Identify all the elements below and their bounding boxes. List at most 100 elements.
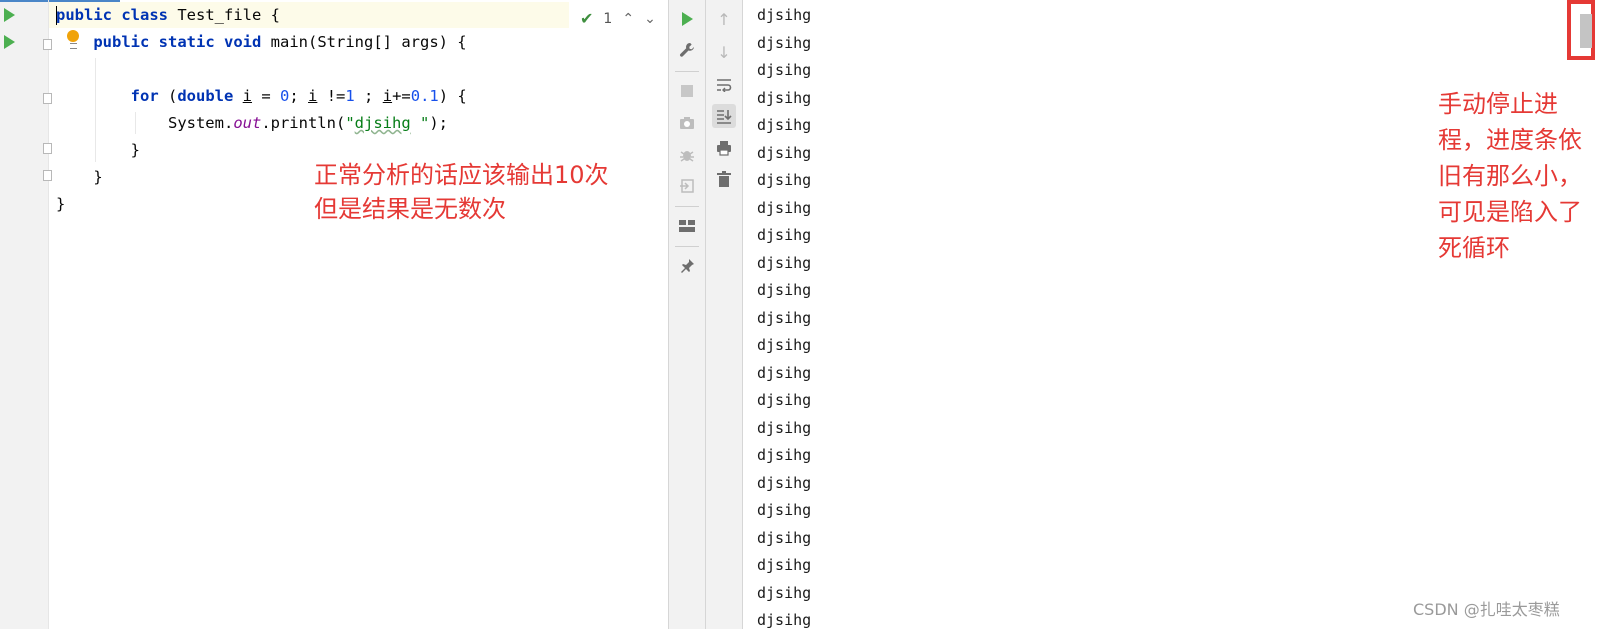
soft-wrap-icon[interactable] [712,73,736,97]
code-line[interactable] [56,56,467,83]
code-token: public [56,6,112,24]
code-token: } [56,141,140,159]
run-toolbar-secondary: ↑ ↓ [705,0,742,629]
code-token: double [177,87,234,105]
console-line: djsihg [757,418,812,437]
watermark: CSDN @扎哇太枣糕 [1413,600,1560,619]
code-token: .println( [261,114,346,132]
code-token: } [56,168,103,186]
console-line: djsihg [757,143,812,162]
code-token: class [121,6,169,24]
inspection-ok-icon: ✔ [580,9,594,28]
editor-annotation: 正常分析的话应该输出10次 但是结果是无数次 [314,158,609,226]
toolbar-separator [675,246,699,247]
code-token: Test_file { [168,6,280,24]
pin-icon[interactable] [675,254,699,278]
stop-icon[interactable] [675,79,699,103]
arrow-up-icon[interactable]: ↑ [712,7,736,31]
console-line: djsihg [757,363,812,382]
code-token: += [392,87,411,105]
fold-marker-icon[interactable] [43,39,52,50]
console-line: djsihg [757,33,812,52]
fold-marker-icon[interactable] [43,143,52,154]
toolbar-separator [675,206,699,207]
code-token: System. [56,114,234,132]
exit-icon[interactable] [675,174,699,198]
console-line: djsihg [757,88,812,107]
layout-icon[interactable] [675,214,699,238]
code-editor[interactable]: public class Test_file { public static v… [0,0,668,629]
toolbar-separator [675,71,699,72]
code-line[interactable]: public static void main(String[] args) { [56,29,467,56]
code-token: } [56,195,66,213]
console-line: djsihg [757,198,812,217]
code-token: static [158,33,215,51]
annotation-line: 正常分析的话应该输出10次 [314,161,609,189]
console-line: djsihg [757,6,812,24]
annotation-line: 但是结果是无数次 [314,195,506,223]
inspection-widget[interactable]: ✔ 1 ⌃ ⌄ [580,9,656,28]
console-line: djsihg [757,473,812,492]
console-line: djsihg [757,556,812,574]
scrollbar-thumb[interactable] [1580,14,1592,48]
console-line: djsihg [757,281,812,299]
code-token: main(String[] args) { [261,33,467,51]
console-lines: djsihg djsihg djsihg djsihg djsihg djsihg djsi… [757,2,811,635]
code-token: ; [354,87,383,105]
fold-marker-icon[interactable] [43,93,52,104]
scroll-to-end-icon[interactable] [712,104,736,128]
code-token: " [345,114,355,132]
console-line: djsihg [757,611,812,629]
code-line[interactable]: System.out.println("djsihg "); [56,110,467,137]
code-token: ); [429,114,448,132]
camera-icon[interactable] [675,111,699,135]
console-line: djsihg [757,391,812,409]
inspection-count: 1 [603,10,613,27]
console-line: djsihg [757,446,812,464]
code-token: 1 [345,87,355,105]
code-token: ; [289,87,309,105]
code-token: public [93,33,150,51]
console-output[interactable]: djsihg djsihg djsihg djsihg djsihg djsihg djsi… [742,0,1598,629]
editor-gutter [0,0,48,629]
code-token: djsihg [354,114,411,132]
print-icon[interactable] [712,136,736,160]
chevron-down-icon[interactable]: ⌄ [644,11,656,27]
code-token: i [242,87,253,105]
wrench-icon[interactable] [675,38,699,62]
console-line: djsihg [757,116,812,134]
code-token: 0.1 [410,87,439,105]
code-token: i [382,87,393,105]
run-main-icon[interactable] [4,35,15,49]
console-line: djsihg [757,501,812,519]
code-token: " [410,114,430,132]
trash-icon[interactable] [712,167,736,191]
run-toolbar-primary [668,0,705,629]
code-token: ) { [438,87,467,105]
code-line[interactable]: public class Test_file { [56,2,467,29]
console-line: djsihg [757,308,812,327]
code-token: 0 [280,87,290,105]
code-line[interactable]: for (double i = 0; i !=1 ; i+=0.1) { [56,83,467,110]
console-line: djsihg [757,226,812,244]
console-line: djsihg [757,583,812,602]
run-class-icon[interactable] [4,8,15,22]
fold-marker-icon[interactable] [43,170,52,181]
code-token: void [224,33,262,51]
chevron-up-icon[interactable]: ⌃ [622,11,634,27]
code-token: ( [158,87,178,105]
code-token: for [130,87,159,105]
bug-icon[interactable] [675,143,699,167]
console-line: djsihg [757,171,812,189]
code-token: != [317,87,346,105]
arrow-down-icon[interactable]: ↓ [712,40,736,64]
code-token: = [252,87,281,105]
play-icon[interactable] [675,7,699,31]
code-token: i [308,87,318,105]
console-line: djsihg [757,528,812,547]
